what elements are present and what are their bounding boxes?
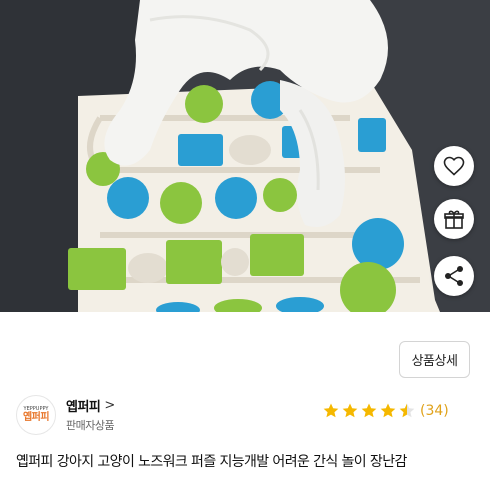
star-icon (399, 403, 415, 418)
product-detail-button[interactable]: 상품상세 (399, 341, 470, 378)
seller-name: 옙퍼피 (66, 400, 101, 415)
star-icon (342, 403, 358, 418)
gift-icon (444, 210, 464, 229)
rating[interactable]: (34) (322, 402, 449, 420)
gift-button[interactable] (434, 199, 474, 239)
like-button[interactable] (434, 146, 474, 186)
seller-logo-main: 옙퍼피 (22, 412, 50, 423)
seller-subtitle: 판매자상품 (66, 419, 115, 432)
product-title: 옙퍼피 강아지 고양이 노즈워크 퍼즐 지능개발 어려운 간식 놀이 장난감 (16, 454, 407, 470)
share-icon (445, 266, 463, 286)
product-image[interactable] (0, 0, 490, 312)
seller-logo[interactable]: YEPPUPPY 옙퍼피 (16, 395, 56, 435)
heart-icon (443, 156, 465, 176)
product-photo (0, 0, 490, 312)
share-button[interactable] (434, 256, 474, 296)
review-count: (34) (420, 403, 449, 419)
chevron-right-icon: > (104, 398, 115, 413)
star-icon (380, 403, 396, 418)
seller-name-link[interactable]: 옙퍼피 > (66, 396, 115, 415)
star-icon (323, 403, 339, 418)
star-icon (361, 403, 377, 418)
rating-stars (322, 402, 417, 420)
